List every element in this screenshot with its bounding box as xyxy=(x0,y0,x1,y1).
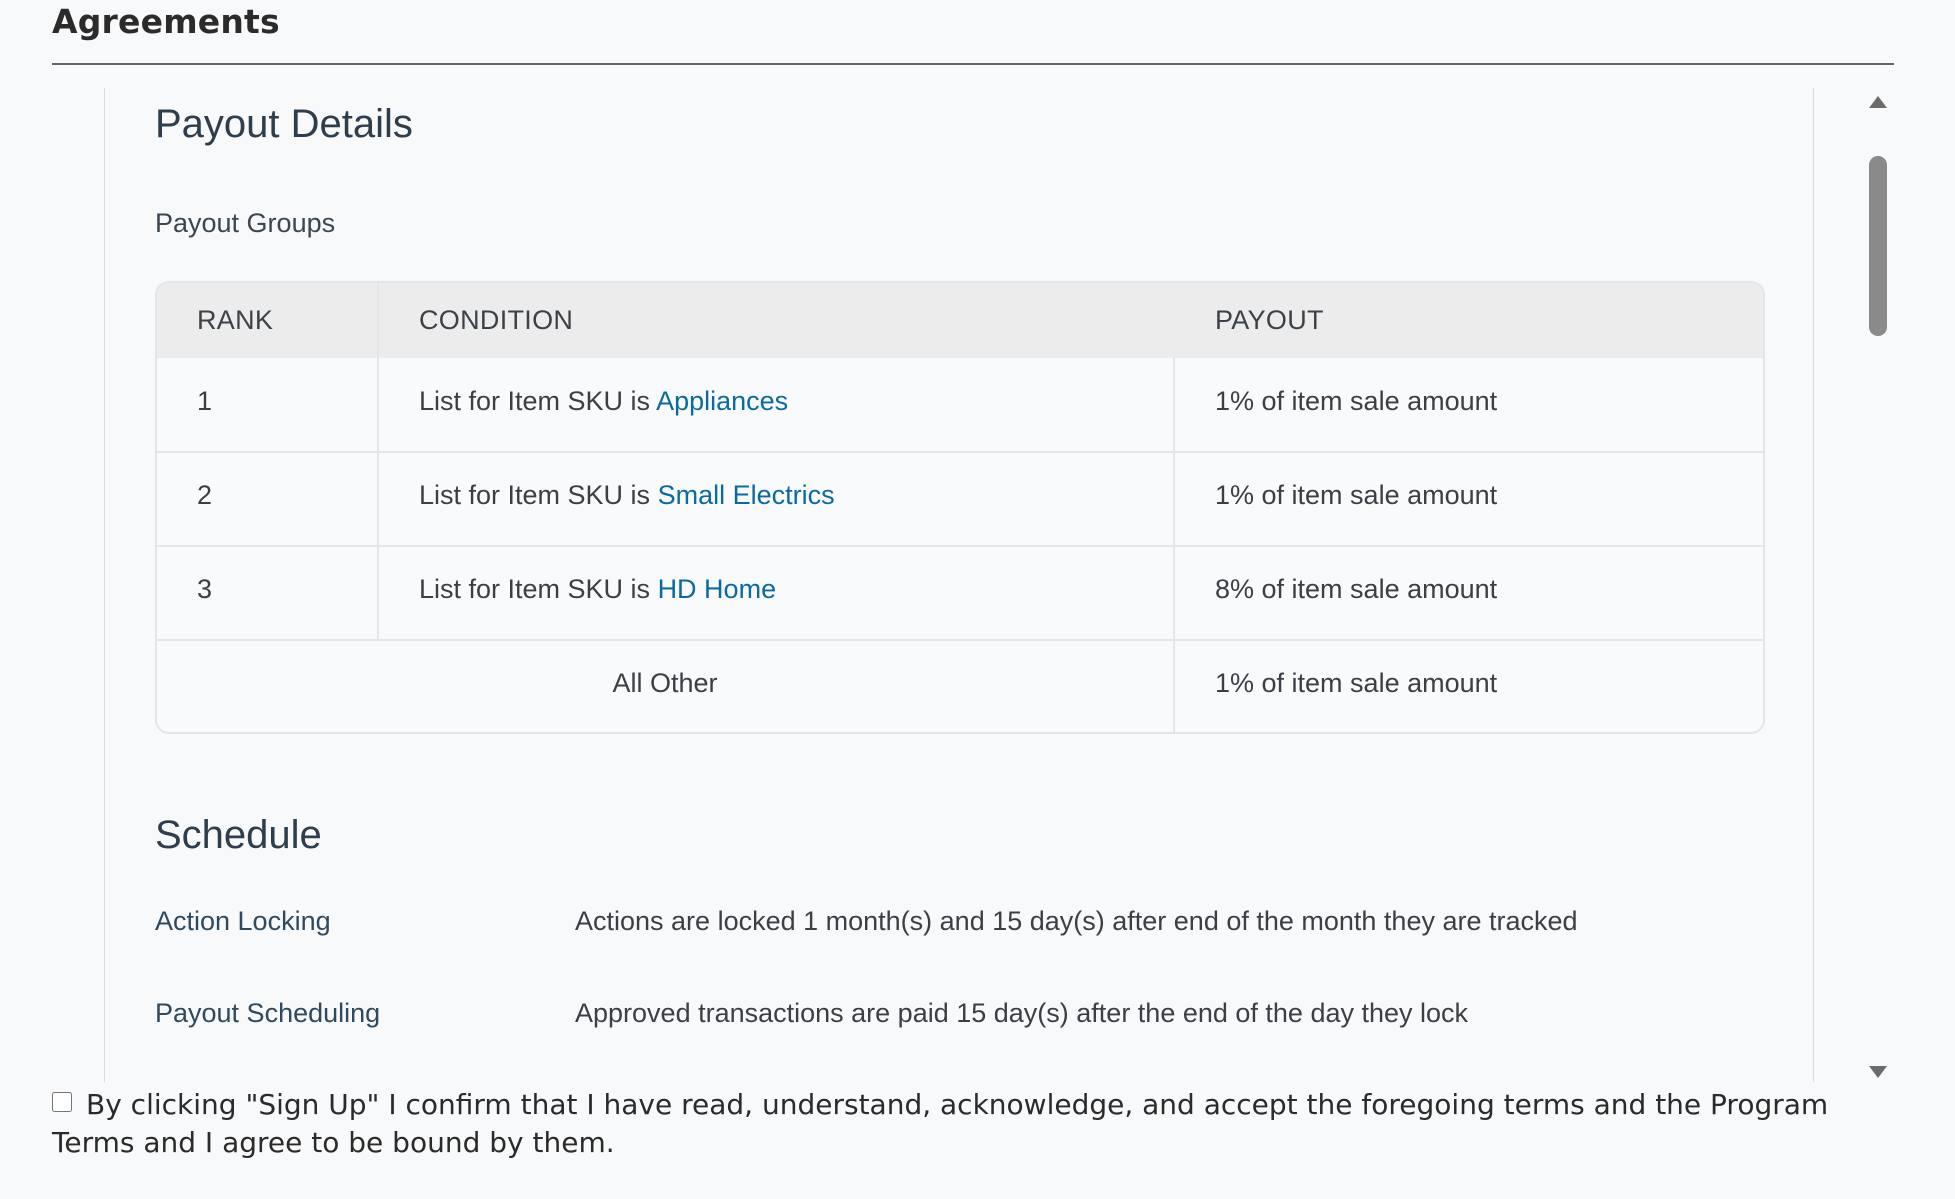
column-header-payout: PAYOUT xyxy=(1215,305,1324,335)
table-row-rank: 2 xyxy=(197,480,213,510)
table-row-condition: List for Item SKU is Small Electrics xyxy=(419,480,835,511)
agreement-scroll-pane[interactable]: Payout Details Payout Groups RANK CONDIT… xyxy=(104,88,1814,1082)
scrollbar-thumb[interactable] xyxy=(1869,156,1887,336)
consent-text: By clicking "Sign Up" I confirm that I h… xyxy=(52,1088,1829,1159)
payout-groups-table: RANK CONDITION PAYOUT 1 List for Item SK… xyxy=(155,281,1765,734)
payout-details-heading: Payout Details xyxy=(155,102,413,146)
table-row-condition: List for Item SKU is Appliances xyxy=(419,386,788,417)
table-row-all-other-payout: 1% of item sale amount xyxy=(1215,668,1498,698)
vertical-scrollbar[interactable] xyxy=(1864,88,1892,1082)
scroll-down-arrow-icon[interactable] xyxy=(1869,1066,1887,1078)
condition-text: List for Item SKU is xyxy=(419,386,657,416)
schedule-label-action-locking: Action Locking xyxy=(155,906,331,936)
row-divider xyxy=(157,545,1763,547)
consent-row: By clicking "Sign Up" I confirm that I h… xyxy=(52,1086,1882,1162)
table-row-rank: 3 xyxy=(197,574,213,604)
condition-link-small-electrics[interactable]: Small Electrics xyxy=(658,480,835,510)
row-divider xyxy=(157,639,1763,641)
table-row-payout: 1% of item sale amount xyxy=(1215,480,1498,510)
condition-link-appliances[interactable]: Appliances xyxy=(656,386,788,416)
schedule-heading: Schedule xyxy=(155,813,322,857)
table-header xyxy=(157,283,1763,358)
condition-text: List for Item SKU is xyxy=(419,480,658,510)
column-header-condition: CONDITION xyxy=(419,305,574,335)
schedule-label-payout-scheduling: Payout Scheduling xyxy=(155,998,381,1028)
condition-link-hd-home[interactable]: HD Home xyxy=(658,574,777,604)
section-title: Agreements xyxy=(52,2,280,41)
condition-text: List for Item SKU is xyxy=(419,574,658,604)
consent-checkbox[interactable] xyxy=(52,1092,72,1112)
column-header-rank: RANK xyxy=(197,305,274,335)
schedule-value-payout-scheduling: Approved transactions are paid 15 day(s)… xyxy=(575,998,1469,1028)
schedule-value-action-locking: Actions are locked 1 month(s) and 15 day… xyxy=(575,906,1578,936)
table-row-all-other-label: All Other xyxy=(612,668,718,698)
row-divider xyxy=(157,451,1763,453)
table-row-condition: List for Item SKU is HD Home xyxy=(419,574,776,605)
title-divider xyxy=(52,63,1894,65)
column-divider xyxy=(377,283,379,640)
table-row-payout: 8% of item sale amount xyxy=(1215,574,1498,604)
table-row-payout: 1% of item sale amount xyxy=(1215,386,1498,416)
table-row-rank: 1 xyxy=(197,386,213,416)
scroll-up-arrow-icon[interactable] xyxy=(1869,96,1887,108)
payout-groups-label: Payout Groups xyxy=(155,208,336,238)
